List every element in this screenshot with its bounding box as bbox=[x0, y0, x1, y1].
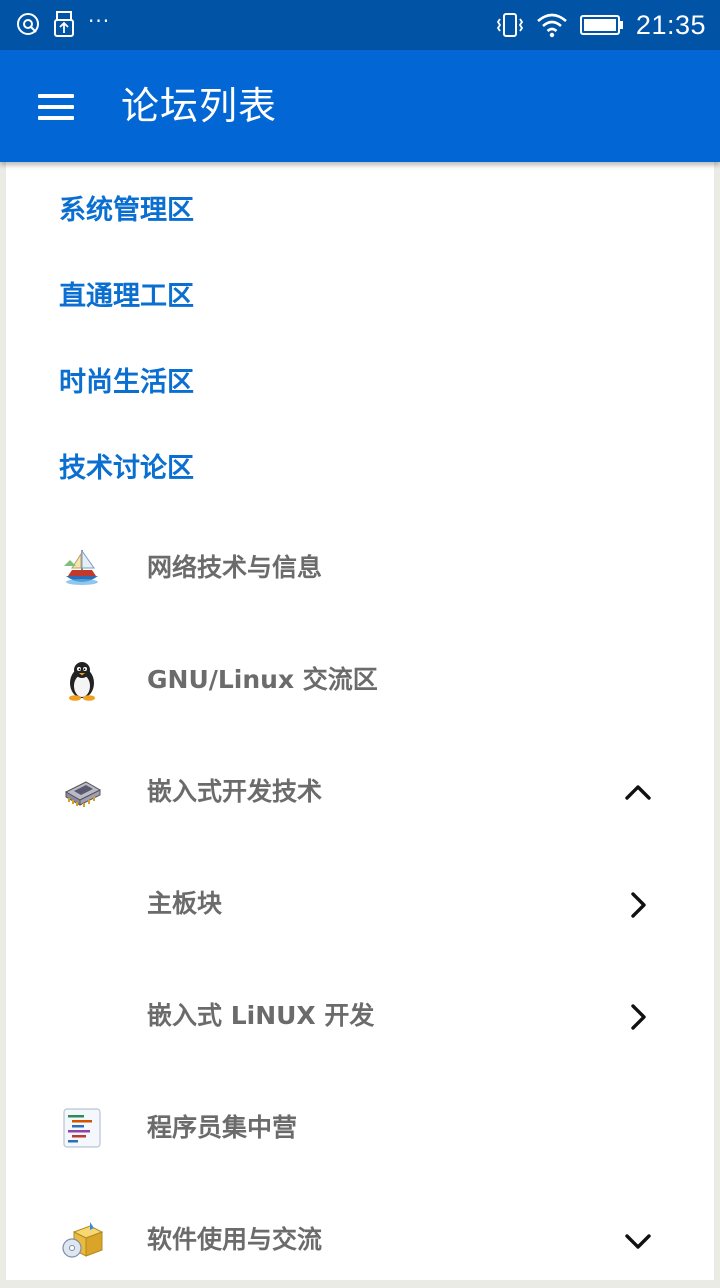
category-direct-science[interactable]: 直通理工区 bbox=[59, 267, 194, 327]
chevron-right-icon[interactable] bbox=[620, 887, 656, 923]
forum-label: 嵌入式开发技术 bbox=[147, 777, 323, 806]
battery-icon bbox=[579, 15, 623, 35]
forum-label: 主板块 bbox=[147, 889, 223, 918]
forum-label: 程序员集中营 bbox=[147, 1113, 298, 1142]
forum-row-network[interactable]: 网络技术与信息 bbox=[6, 520, 714, 616]
hamburger-menu-icon[interactable] bbox=[38, 94, 76, 120]
forum-row-gnu-linux[interactable]: GNU/Linux 交流区 bbox=[6, 632, 714, 728]
app-bar: 论坛列表 bbox=[0, 50, 720, 162]
status-bar: ··· 21:35 bbox=[0, 0, 720, 50]
page-title: 论坛列表 bbox=[121, 84, 278, 128]
forum-label: 软件使用与交流 bbox=[147, 1225, 323, 1254]
forum-row-software-usage[interactable]: 软件使用与交流 bbox=[6, 1192, 714, 1288]
forum-label: 嵌入式 LiNUX 开发 bbox=[147, 1001, 375, 1030]
chevron-up-icon[interactable] bbox=[620, 775, 656, 811]
subforum-row-embedded-linux[interactable]: 嵌入式 LiNUX 开发 bbox=[6, 968, 714, 1064]
linux-penguin-icon bbox=[69, 662, 95, 701]
more-dots-icon: ··· bbox=[88, 9, 111, 33]
status-bar-left: ··· bbox=[16, 11, 110, 37]
software-box-icon bbox=[62, 1222, 104, 1258]
forum-row-embedded-dev[interactable]: 嵌入式开发技术 bbox=[6, 744, 714, 840]
disc-icon bbox=[17, 13, 39, 35]
subforum-row-main-board[interactable]: 主板块 bbox=[6, 856, 714, 952]
forum-row-programmer-camp[interactable]: 程序员集中营 bbox=[6, 1080, 714, 1176]
code-editor-icon bbox=[63, 1108, 101, 1148]
category-fashion-life[interactable]: 时尚生活区 bbox=[59, 353, 194, 413]
category-system-admin[interactable]: 系统管理区 bbox=[59, 181, 194, 241]
usb-icon bbox=[54, 11, 74, 37]
network-ship-icon bbox=[64, 549, 98, 585]
forum-label: 网络技术与信息 bbox=[147, 553, 323, 582]
vibrate-icon bbox=[496, 13, 524, 37]
forum-list: 系统管理区 直通理工区 时尚生活区 技术讨论区 网络技术与信息 GNU/Linu… bbox=[6, 162, 714, 1280]
chip-icon bbox=[64, 781, 102, 807]
chevron-down-icon[interactable] bbox=[620, 1223, 656, 1259]
wifi-icon bbox=[537, 13, 567, 38]
forum-label: GNU/Linux 交流区 bbox=[147, 665, 378, 694]
chevron-right-icon[interactable] bbox=[620, 999, 656, 1035]
status-time: 21:35 bbox=[635, 9, 706, 40]
category-tech-discussion[interactable]: 技术讨论区 bbox=[59, 439, 194, 499]
status-bar-right: 21:35 bbox=[496, 8, 706, 42]
